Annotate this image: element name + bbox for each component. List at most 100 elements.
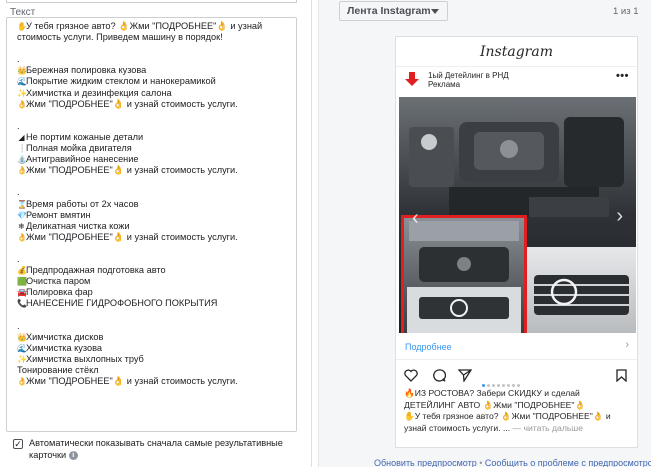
carousel-dot xyxy=(487,384,490,387)
placement-select[interactable]: Лента Instagram xyxy=(339,1,448,21)
emoji-icon: ❄ xyxy=(18,221,25,231)
ad-text-line: . xyxy=(17,187,292,198)
cta-row[interactable]: Подробнее › xyxy=(396,334,637,360)
ad-text-line: Тонирование стёкл xyxy=(17,365,292,376)
emoji-icon: ⌛ xyxy=(17,199,27,209)
ad-text-line: . xyxy=(17,121,292,132)
ad-text-line: 🌊Покрытие жидким стеклом и нанокерамикой xyxy=(17,76,292,87)
ad-text-line-text: НАНЕСЕНИЕ ГИДРОФОБНОГО ПОКРЫТИЯ xyxy=(26,298,218,309)
emoji-icon: ⛲ xyxy=(17,155,27,165)
bookmark-icon[interactable] xyxy=(616,369,627,382)
post-actions xyxy=(396,365,637,387)
emoji-icon: 💰 xyxy=(17,266,27,276)
refresh-preview-link[interactable]: Обновить предпросмотр xyxy=(374,458,477,467)
report-problem-link[interactable]: Сообщить о проблеме с предпросмотром xyxy=(485,458,651,467)
preview-pager: 1 из 1 xyxy=(613,6,639,17)
caption-line-1: 🔥ИЗ РОСТОВА? Забери СКИДКУ и сделай xyxy=(404,388,580,398)
ad-text-line-text: . xyxy=(17,120,20,131)
ad-text-line-text: Химчистка выхлопных труб xyxy=(26,353,144,364)
ad-text-line: стоимость услуги. Приведем машину в поря… xyxy=(17,32,292,43)
carousel-dot xyxy=(507,384,510,387)
heart-icon[interactable] xyxy=(404,369,418,382)
ad-text-line: ✋У тебя грязное авто? 👌Жми "ПОДРОБНЕЕ"👌 … xyxy=(17,21,292,32)
info-icon[interactable]: i xyxy=(68,451,78,461)
ad-text-line-text: Ремонт вмятин xyxy=(26,209,91,220)
instagram-topbar: Instagram xyxy=(396,37,637,67)
ad-text-line-text: Тонирование стёкл xyxy=(17,364,99,375)
ad-text-line: 🌊Химчистка кузова xyxy=(17,343,292,354)
ad-text-line-text: . xyxy=(17,54,20,65)
emoji-icon: 👌 xyxy=(17,166,27,176)
emoji-icon: 🚘 xyxy=(17,288,27,298)
ad-text-line xyxy=(17,176,292,187)
emoji-icon: ✨ xyxy=(17,88,27,98)
emoji-icon: ❕ xyxy=(17,144,27,154)
ad-text-line-text: Время работы от 2х часов xyxy=(26,198,139,209)
carousel-dot xyxy=(492,384,495,387)
post-image[interactable] xyxy=(399,97,636,333)
ad-text-line: ◢Не портим кожаные детали xyxy=(17,132,292,143)
ad-text-line: 💎Ремонт вмятин xyxy=(17,210,292,221)
emoji-icon: ◢ xyxy=(18,132,25,142)
checkbox-label-text: Автоматически показывать сначала самые р… xyxy=(29,438,283,460)
ad-text-line-text: Предпродажная подготовка авто xyxy=(26,265,166,276)
ad-text-line xyxy=(17,243,292,254)
ad-text-line-text: Антигравийное нанесение xyxy=(26,154,139,165)
ad-text-line-text: Деликатная чистка кожи xyxy=(26,220,130,231)
ad-text-line-text: Жми "ПОДРОБНЕЕ"👌 и узнай стоимость услуг… xyxy=(26,165,238,176)
read-more-link[interactable]: — читать дальше xyxy=(513,423,583,433)
ad-text-line: 👌Жми "ПОДРОБНЕЕ"👌 и узнай стоимость услу… xyxy=(17,232,292,243)
placement-select-value: Лента Instagram xyxy=(347,5,431,17)
account-name[interactable]: 1ый Детейлинг в РНД xyxy=(428,71,509,80)
ad-text-line: . xyxy=(17,54,292,65)
ad-text-line: 💰Предпродажная подготовка авто xyxy=(17,265,292,276)
ad-text-line: 👑Химчистка дисков xyxy=(17,332,292,343)
post-caption: 🔥ИЗ РОСТОВА? Забери СКИДКУ и сделай ДЕТЕ… xyxy=(404,388,632,434)
emoji-icon: 📞 xyxy=(17,299,27,309)
ad-text-line: ❄Деликатная чистка кожи xyxy=(17,221,292,232)
ad-text-line-text: Полировка фар xyxy=(26,287,93,298)
footer-separator: • xyxy=(476,458,485,467)
ad-text-line-text: У тебя грязное авто? 👌Жми "ПОДРОБНЕЕ"👌 и… xyxy=(26,21,263,31)
ad-text-line-text: Покрытие жидким стеклом и нанокерамикой xyxy=(26,76,216,87)
auto-show-best-cards-checkbox[interactable]: ✓ xyxy=(13,439,23,449)
carousel-dot xyxy=(512,384,515,387)
ad-text-line-text: Бережная полировка кузова xyxy=(26,65,147,76)
carousel-dot xyxy=(517,384,520,387)
brand-arrow-avatar xyxy=(405,72,419,86)
ad-text-line: . xyxy=(17,321,292,332)
learn-more-link[interactable]: Подробнее xyxy=(405,342,452,352)
post-header: 1ый Детейлинг в РНД Реклама ••• xyxy=(400,68,635,94)
chevron-right-icon: › xyxy=(625,339,629,351)
caption-line-3: ✋У тебя грязное авто? 👌Жми "ПОДРОБНЕЕ"👌 … xyxy=(404,411,611,422)
ad-text-line: ⛲Антигравийное нанесение xyxy=(17,154,292,165)
auto-show-best-cards-label[interactable]: Автоматически показывать сначала самые р… xyxy=(29,437,289,461)
preview-footer: Обновить предпросмотр • Сообщить о пробл… xyxy=(374,458,651,467)
ad-text-line: . xyxy=(17,254,292,265)
ad-text-line-text: стоимость услуги. Приведем машину в поря… xyxy=(17,32,223,43)
carousel-next-icon[interactable]: › xyxy=(616,205,623,228)
emoji-icon: ✋ xyxy=(17,22,27,31)
ad-text-line-text: Не портим кожаные детали xyxy=(26,131,144,142)
emoji-icon: ✨ xyxy=(17,354,27,364)
more-options-icon[interactable]: ••• xyxy=(616,70,629,82)
ad-text-line: 👌Жми "ПОДРОБНЕЕ"👌 и узнай стоимость услу… xyxy=(17,99,292,110)
carousel-prev-icon[interactable]: ‹ xyxy=(412,207,426,229)
instagram-post-preview: Instagram 1ый Детейлинг в РНД Реклама ••… xyxy=(395,36,638,448)
ad-text-line: ✨Химчистка и дезинфекция салона xyxy=(17,88,292,99)
previous-input-edge xyxy=(6,0,297,3)
sponsored-label: Реклама xyxy=(428,80,461,89)
chevron-down-icon xyxy=(431,9,439,14)
emoji-icon: 👌 xyxy=(17,99,27,109)
comment-icon[interactable] xyxy=(432,369,446,382)
ad-text-line: 👌Жми "ПОДРОБНЕЕ"👌 и узнай стоимость услу… xyxy=(17,165,292,176)
emoji-icon: 🌊 xyxy=(17,77,27,87)
emoji-icon: 👌 xyxy=(17,377,27,386)
account-name-block: 1ый Детейлинг в РНД Реклама xyxy=(428,71,509,89)
ad-text-line-text: Химчистка кузова xyxy=(26,342,103,353)
ad-text-textarea[interactable]: ✋У тебя грязное авто? 👌Жми "ПОДРОБНЕЕ"👌 … xyxy=(6,17,297,432)
share-icon[interactable] xyxy=(458,369,472,382)
preview-panel: Лента Instagram 1 из 1 Instagram 1ый Дет… xyxy=(318,0,651,467)
ad-text-line: ❕Полная мойка двигателя xyxy=(17,143,292,154)
emoji-icon: 🟩 xyxy=(17,277,27,287)
